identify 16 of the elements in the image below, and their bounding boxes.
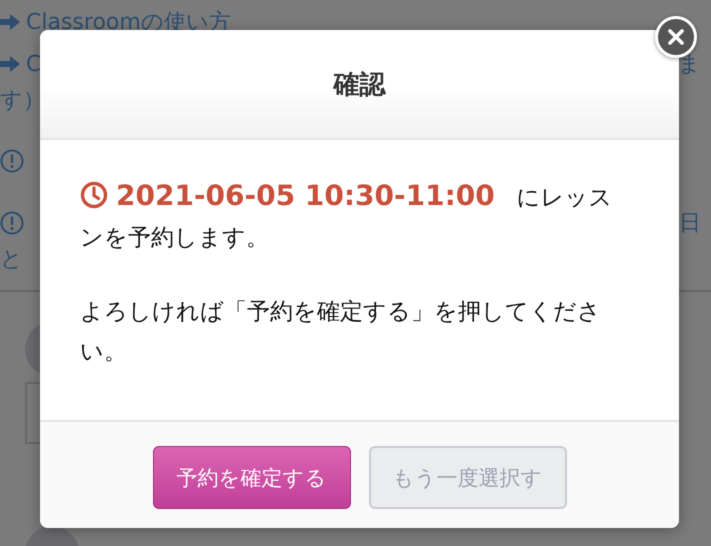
notice-text: と bbox=[0, 246, 23, 274]
link[interactable]: C bbox=[26, 52, 42, 76]
arrow-icon bbox=[0, 14, 20, 30]
warning-icon bbox=[0, 211, 24, 235]
instruction-text: よろしければ「予約を確定する」を押してください。 bbox=[80, 298, 602, 367]
link-text: ま bbox=[678, 51, 701, 79]
reselect-button[interactable]: もう一度選択す bbox=[368, 446, 566, 509]
warning-icon bbox=[0, 149, 24, 173]
message-text: 2021-06-05 10:30-11:00 にレッスンを予約します。 bbox=[80, 178, 614, 253]
notice-text: 日 bbox=[679, 210, 701, 238]
clock-icon bbox=[80, 181, 108, 209]
link-text: す） bbox=[0, 87, 45, 115]
close-icon bbox=[668, 29, 684, 45]
dialog-title: 確認 bbox=[334, 68, 386, 102]
arrow-icon bbox=[0, 56, 20, 72]
confirm-button[interactable]: 予約を確定する bbox=[152, 446, 350, 509]
